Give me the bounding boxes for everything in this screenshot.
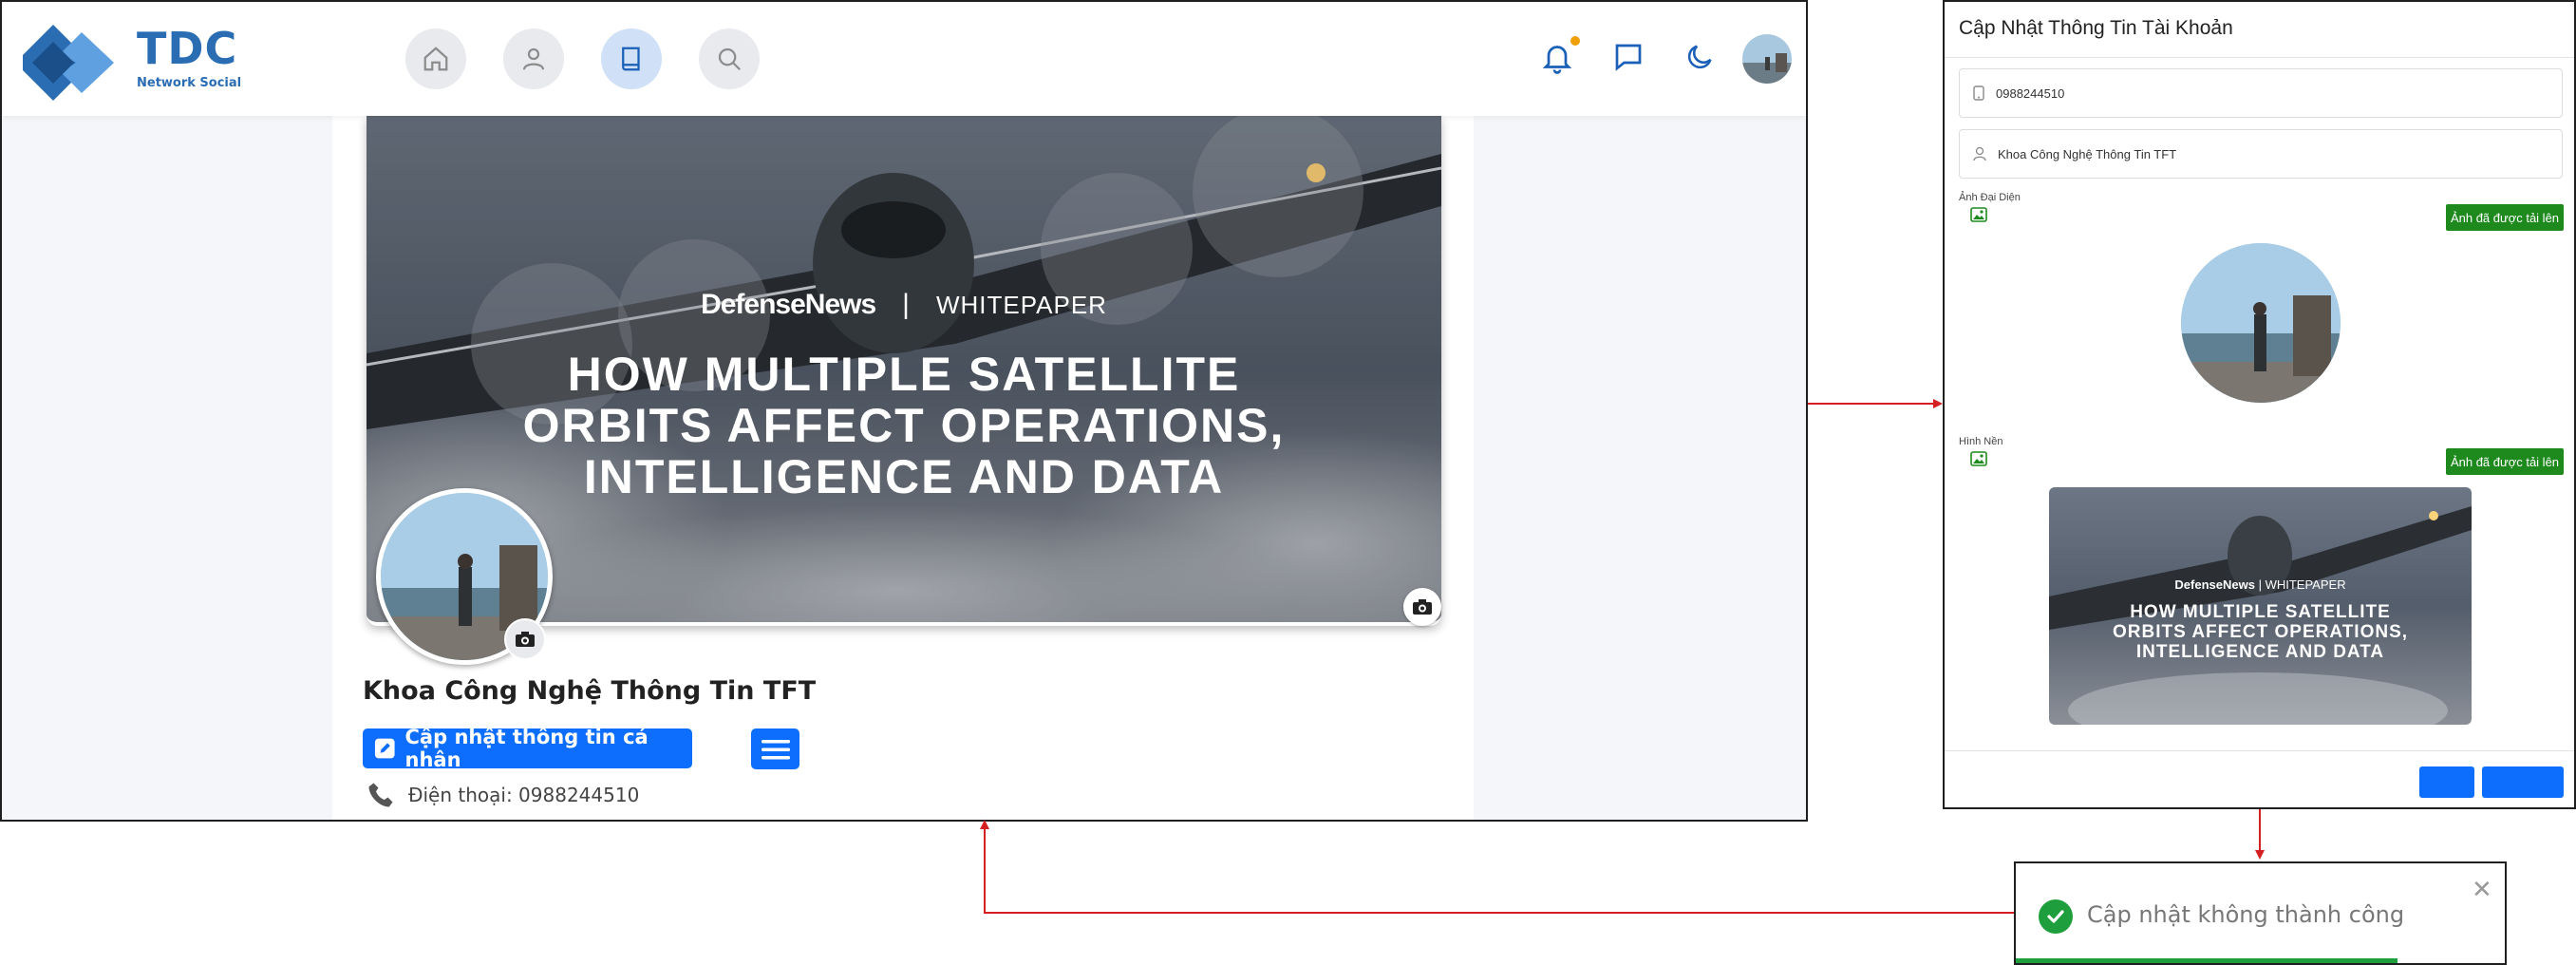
- preview-headline-line: HOW MULTIPLE SATELLITE: [2130, 602, 2391, 622]
- arrow-head: [1933, 399, 1943, 408]
- cover-brand-tag: WHITEPAPER: [935, 291, 1107, 319]
- close-icon[interactable]: ✕: [2472, 877, 2492, 901]
- cover-label: Hình Nền: [1959, 436, 2003, 447]
- update-account-modal: Cập Nhật Thông Tin Tài Khoản 0988244510 …: [1943, 0, 2576, 809]
- success-icon: [2039, 899, 2073, 934]
- home-icon: [423, 47, 448, 71]
- notification-dot: [1570, 36, 1580, 46]
- camera-icon: [1413, 599, 1432, 615]
- user-icon: [1973, 146, 1986, 161]
- message-icon: [1615, 44, 1642, 71]
- preview-headline-line: INTELLIGENCE AND DATA: [2135, 642, 2385, 662]
- moon-icon: [1687, 45, 1712, 69]
- image-upload-icon[interactable]: [1970, 207, 1987, 222]
- hamburger-menu-icon: [761, 739, 790, 759]
- top-navbar: TDC Network Social: [2, 2, 1806, 116]
- avatar-label: Ảnh Đại Diện: [1959, 192, 2021, 203]
- avatar-uploaded-badge: Ảnh đã được tải lên: [2446, 204, 2564, 231]
- messages-button[interactable]: [1606, 34, 1651, 80]
- cover-brand-name: DefenseNews: [701, 289, 876, 320]
- profile-name: Khoa Công Nghệ Thông Tin TFT: [363, 676, 817, 706]
- arrow-head: [2255, 850, 2265, 860]
- nav-book-button[interactable]: [601, 28, 662, 89]
- image-upload-icon[interactable]: [1970, 451, 1987, 466]
- update-profile-label: Cập nhật thông tin cá nhân: [404, 726, 649, 771]
- bell-icon: [1542, 46, 1572, 74]
- cover-uploaded-badge: Ảnh đã được tải lên: [2446, 448, 2564, 475]
- modal-close-button[interactable]: Đóng: [2419, 766, 2474, 798]
- modal-title: Cập Nhật Thông Tin Tài Khoản: [1959, 17, 2233, 39]
- phone-info: Điện thoại: 0988244510: [367, 781, 639, 809]
- nav-home-button[interactable]: [405, 28, 466, 89]
- toast-message: Cập nhật không thành công: [2087, 901, 2405, 928]
- cover-headline-line: ORBITS AFFECT OPERATIONS,: [522, 399, 1286, 452]
- profile-menu-button[interactable]: [751, 728, 799, 769]
- nav-profile-button[interactable]: [503, 28, 564, 89]
- preview-brand-tag: WHITEPAPER: [2265, 577, 2346, 592]
- modal-divider: [1945, 57, 2574, 58]
- tdc-logo-icon[interactable]: [23, 25, 118, 101]
- search-icon: [718, 47, 742, 71]
- change-cover-button[interactable]: [1403, 588, 1441, 626]
- avatar-preview: [2181, 243, 2341, 403]
- preview-brand: DefenseNews | WHITEPAPER: [2049, 577, 2472, 592]
- edit-icon: [374, 738, 395, 759]
- nav-search-button[interactable]: [699, 28, 760, 89]
- cover-headline: HOW MULTIPLE SATELLITE ORBITS AFFECT OPE…: [367, 349, 1441, 502]
- book-icon: [622, 47, 640, 71]
- logo-subtitle: Network Social: [137, 76, 242, 90]
- dark-mode-toggle[interactable]: [1677, 34, 1722, 80]
- user-avatar[interactable]: [1742, 34, 1792, 84]
- cover-headline-line: INTELLIGENCE AND DATA: [583, 450, 1225, 503]
- mobile-phone-icon: [1973, 85, 1984, 101]
- toast-progress-bar: [2016, 958, 2397, 963]
- phone-text: Điện thoại: 0988244510: [408, 784, 640, 806]
- name-field[interactable]: Khoa Công Nghệ Thông Tin TFT: [1959, 129, 2563, 179]
- modal-footer-divider: [1945, 750, 2574, 751]
- update-profile-button[interactable]: Cập nhật thông tin cá nhân: [363, 726, 692, 771]
- modal-save-button[interactable]: Cập Nhật: [2482, 766, 2564, 798]
- logo-title: TDC: [137, 23, 238, 74]
- cover-brand-separator: |: [902, 289, 910, 320]
- name-field-value: Khoa Công Nghệ Thông Tin TFT: [1998, 146, 2177, 161]
- preview-headline: HOW MULTIPLE SATELLITE ORBITS AFFECT OPE…: [2049, 602, 2472, 662]
- camera-icon: [516, 632, 535, 647]
- profile-page-panel: TDC Network Social DefenseNews | WHITEPA…: [0, 0, 1808, 822]
- preview-brand-separator: |: [2258, 577, 2262, 592]
- user-icon: [522, 47, 545, 70]
- cover-preview: DefenseNews | WHITEPAPER HOW MULTIPLE SA…: [2049, 487, 2472, 725]
- preview-brand-name: DefenseNews: [2174, 577, 2255, 592]
- toast-notification: Cập nhật không thành công ✕: [2014, 861, 2507, 965]
- preview-headline-line: ORBITS AFFECT OPERATIONS,: [2112, 622, 2409, 642]
- change-avatar-button[interactable]: [504, 618, 546, 660]
- cover-headline-line: HOW MULTIPLE SATELLITE: [567, 348, 1241, 401]
- phone-icon: [368, 783, 393, 807]
- cover-brand: DefenseNews | WHITEPAPER: [367, 289, 1441, 321]
- phone-field-value: 0988244510: [1996, 85, 2065, 101]
- arrow-to-page: [984, 825, 2014, 914]
- phone-field[interactable]: 0988244510: [1959, 68, 2563, 118]
